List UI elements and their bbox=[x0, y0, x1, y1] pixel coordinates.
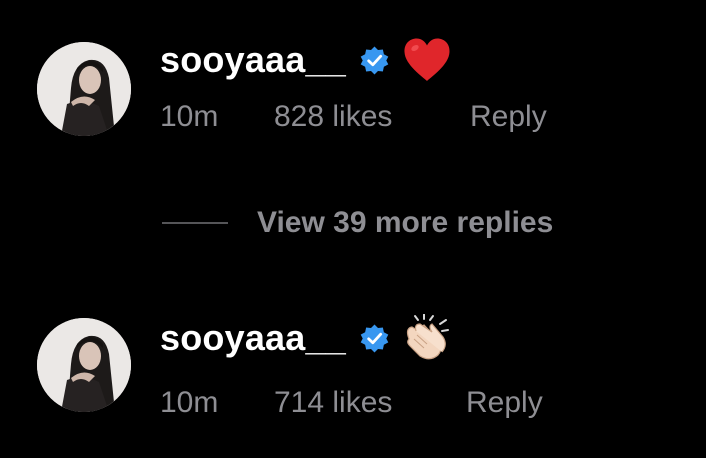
likes-count[interactable]: 714 likes bbox=[274, 386, 466, 420]
verified-badge-icon bbox=[360, 324, 389, 352]
comment-header: sooyaaa__ bbox=[160, 30, 452, 90]
reply-button[interactable]: Reply bbox=[470, 100, 547, 134]
verified-badge-icon bbox=[360, 46, 389, 74]
timestamp: 10m bbox=[160, 386, 219, 419]
comment-meta: 10m 828 likes Reply bbox=[160, 100, 547, 134]
avatar[interactable] bbox=[37, 318, 131, 412]
comment: sooyaaa__ 10m 828 likes Reply bbox=[0, 20, 706, 150]
comment: sooyaaa__ 10m 714 likes Reply bbox=[0, 306, 706, 436]
comment-meta: 10m 714 likes Reply bbox=[160, 386, 543, 420]
username[interactable]: sooyaaa__ bbox=[160, 39, 346, 81]
reply-button[interactable]: Reply bbox=[466, 386, 543, 420]
divider-line bbox=[162, 222, 228, 224]
comment-header: sooyaaa__ bbox=[160, 308, 450, 368]
likes-count[interactable]: 828 likes bbox=[274, 100, 470, 134]
timestamp: 10m bbox=[160, 100, 219, 133]
heart-icon bbox=[404, 38, 450, 81]
username[interactable]: sooyaaa__ bbox=[160, 317, 346, 359]
clapping-hands-icon bbox=[406, 314, 449, 360]
avatar-photo bbox=[37, 318, 131, 412]
view-more-replies-button[interactable]: View 39 more replies bbox=[162, 206, 553, 240]
avatar[interactable] bbox=[37, 42, 131, 136]
view-more-replies-label: View 39 more replies bbox=[257, 206, 554, 239]
avatar-photo bbox=[37, 42, 131, 136]
